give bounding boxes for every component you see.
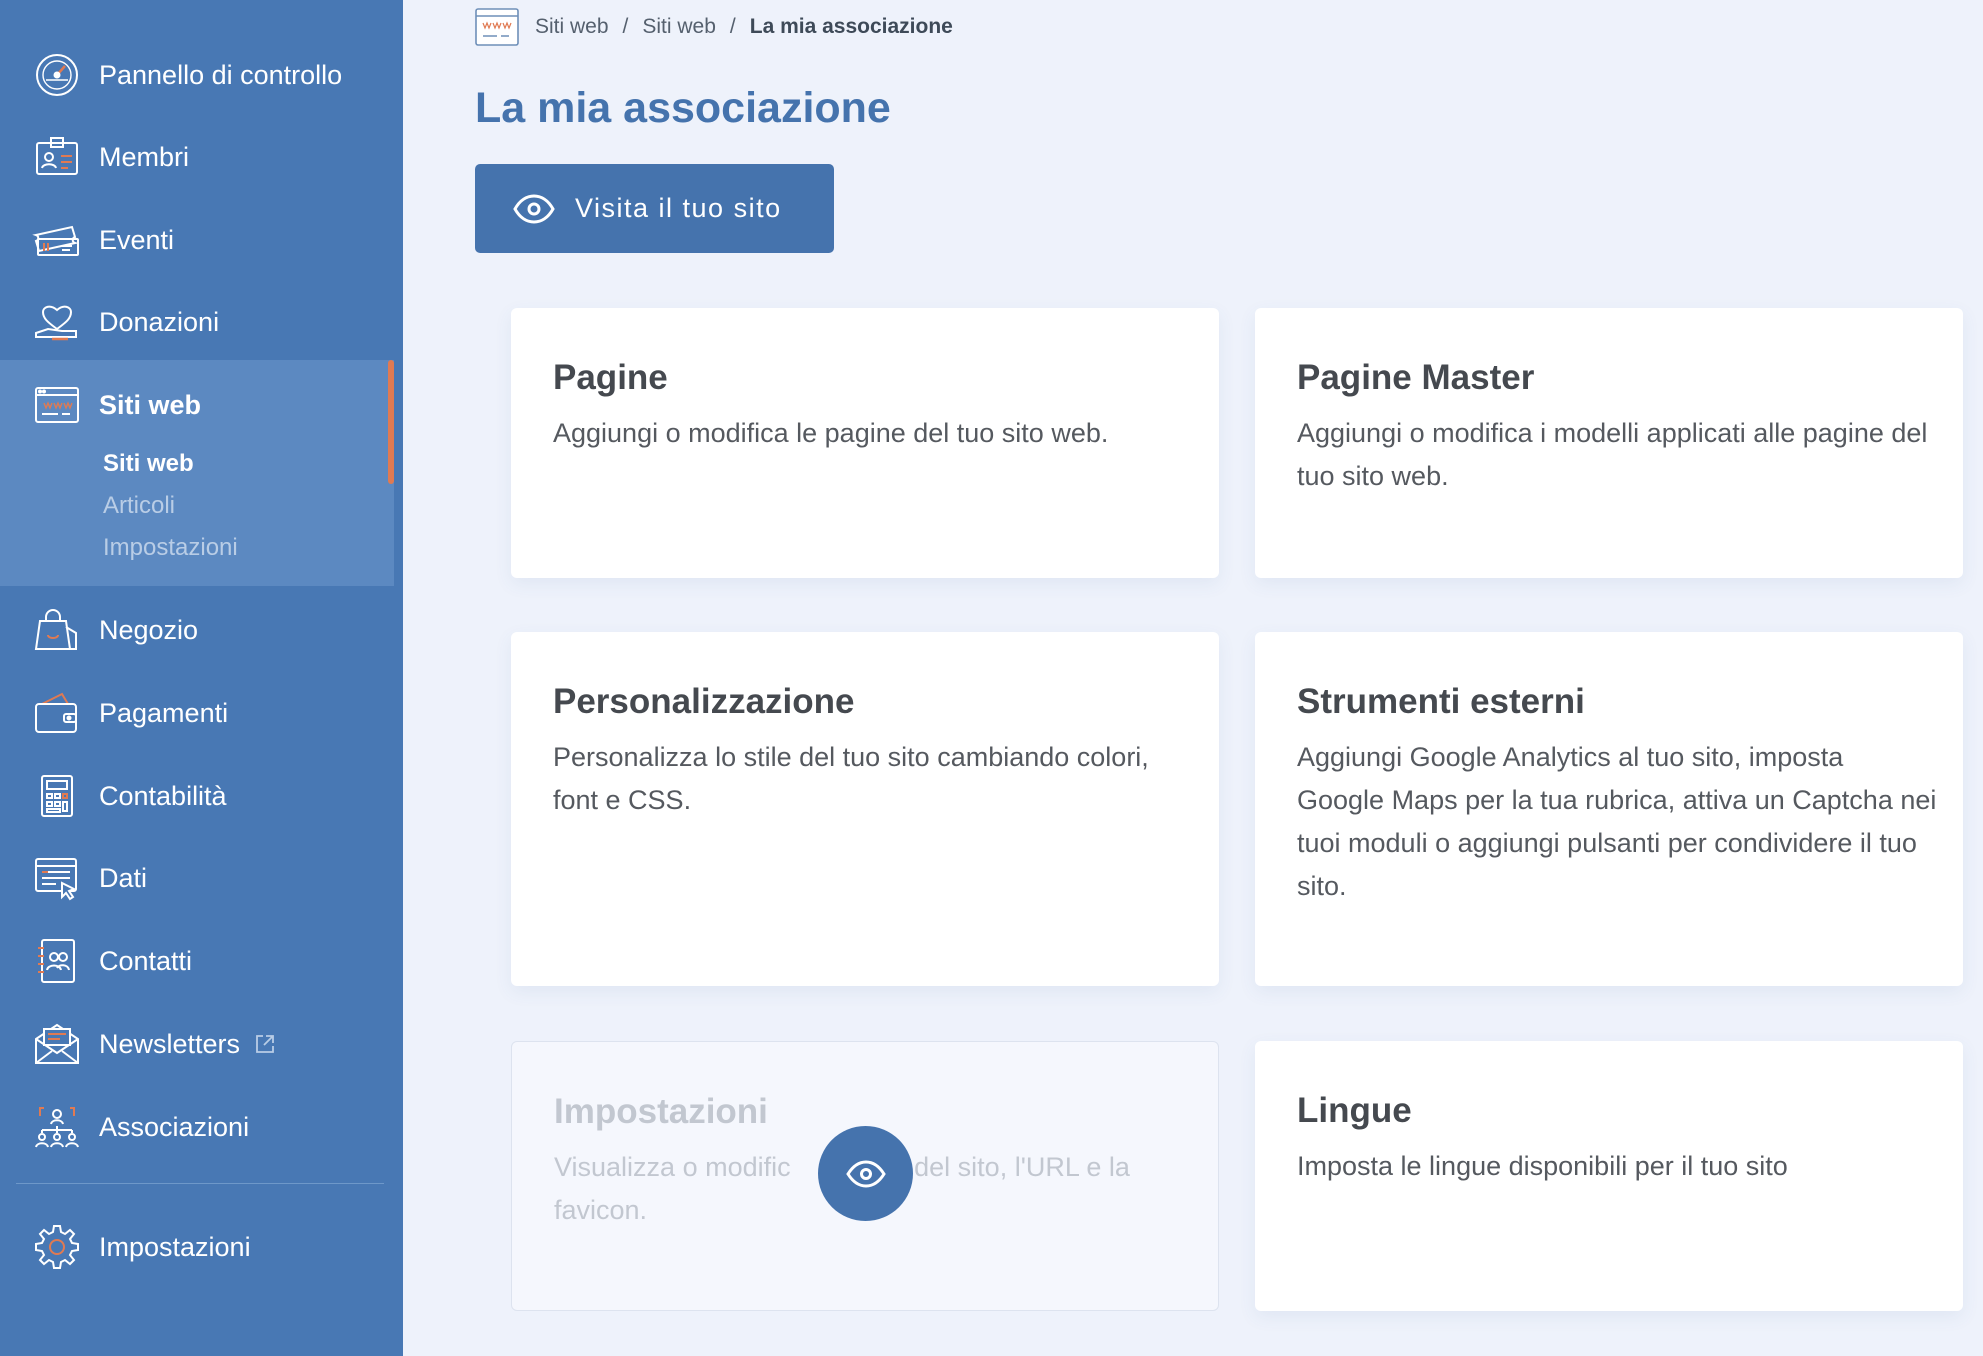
sidebar-item-label: Pagamenti [99,697,229,728]
card-preview-button[interactable] [818,1126,913,1221]
sidebar-item-label: Contabilità [99,780,227,811]
sidebar-divider [16,1183,384,1184]
sidebar-item-siti-web[interactable]: Siti web [0,364,394,446]
breadcrumb-separator: / [622,15,629,38]
sidebar: Pannello di controllo Membri Eventi Dona… [0,0,403,1356]
sidebar-item-label: Contatti [99,945,193,976]
event-tickets-icon [32,215,82,265]
card-description: Aggiungi Google Analytics al tuo sito, i… [1297,742,1937,901]
app-root: Pannello di controllo Membri Eventi Dona… [0,0,1983,1356]
calculator-icon [32,771,82,821]
sidebar-item-dati[interactable]: Dati [0,837,394,919]
breadcrumb-siti-web-2[interactable]: Siti web [642,15,716,39]
sidebar-item-label: Dati [99,862,148,893]
breadcrumb-current: La mia associazione [749,15,953,38]
shopping-bag-icon [32,605,82,655]
data-window-cursor-icon [32,853,82,903]
sidebar-item-label: Associazioni [99,1111,250,1142]
subnav-siti-web[interactable]: Siti web [103,450,194,478]
card-description-start: Visualizza o modific [554,1152,791,1182]
sidebar-item-negozio[interactable]: Negozio [0,589,394,671]
card-lingue[interactable]: Lingue Imposta le lingue disponibili per… [1255,1041,1963,1311]
sidebar-item-label: Negozio [99,614,199,645]
sidebar-item-contatti[interactable]: Contatti [0,920,394,1002]
sidebar-item-contabilita[interactable]: Contabilità [0,755,394,837]
card-title: Pagine [553,358,668,397]
sidebar-item-label: Impostazioni [99,1231,251,1262]
page-title: La mia associazione [475,84,891,132]
main-content: Siti web / Siti web / La mia associazion… [403,0,1983,1356]
dashboard-gauge-icon [32,50,82,100]
card-personalizzazione[interactable]: Personalizzazione Personalizza lo stile … [511,632,1219,986]
subnav-impostazioni[interactable]: Impostazioni [103,534,238,562]
breadcrumb-siti-web-1[interactable]: Siti web [535,15,609,39]
heart-hand-icon [32,297,82,347]
visit-site-button[interactable]: Visita il tuo sito [475,164,834,253]
sidebar-item-label: Pannello di controllo [99,59,343,90]
sidebar-item-membri[interactable]: Membri [0,116,394,198]
sidebar-item-label: Eventi [99,224,175,255]
sidebar-item-label: Newsletters [99,1029,276,1060]
sidebar-item-eventi[interactable]: Eventi [0,199,394,281]
card-title: Pagine Master [1297,358,1535,397]
eye-icon [845,1159,886,1188]
breadcrumb: Siti web / Siti web / La mia associazion… [475,8,953,46]
sidebar-item-donazioni[interactable]: Donazioni [0,281,394,363]
sidebar-item-label: Membri [99,141,190,172]
sidebar-item-label: Donazioni [99,306,220,337]
subnav-articoli[interactable]: Articoli [103,492,175,520]
sidebar-item-newsletters[interactable]: Newsletters [0,1003,394,1085]
website-window-icon [32,380,82,430]
breadcrumb-separator: / [729,15,736,38]
sidebar-item-label: Siti web [99,389,202,420]
organization-chart-icon [32,1102,82,1152]
card-title: Personalizzazione [553,682,855,721]
address-book-icon [32,936,82,986]
eye-icon [513,194,555,224]
card-description: Imposta le lingue disponibili per il tuo… [1297,1151,1788,1181]
newsletters-label-text: Newsletters [99,1028,241,1059]
card-description: Aggiungi o modifica le pagine del tuo si… [553,418,1109,448]
sidebar-item-pannello-di-controllo[interactable]: Pannello di controllo [0,34,394,116]
card-strumenti-esterni[interactable]: Strumenti esterni Aggiungi Google Analyt… [1255,632,1963,986]
card-title: Impostazioni [554,1092,768,1131]
envelope-icon [32,1019,82,1069]
gear-icon [32,1222,82,1272]
card-title: Strumenti esterni [1297,682,1585,721]
external-link-icon [256,1034,274,1053]
card-title: Lingue [1297,1091,1412,1130]
sidebar-item-impostazioni[interactable]: Impostazioni [0,1206,394,1288]
card-pagine-master[interactable]: Pagine Master Aggiungi o modifica i mode… [1255,308,1963,578]
website-window-icon [475,8,519,46]
wallet-icon [32,688,82,738]
visit-site-label: Visita il tuo sito [575,193,782,223]
sidebar-item-pagamenti[interactable]: Pagamenti [0,672,394,754]
card-description: Personalizza lo stile del tuo sito cambi… [553,742,1149,815]
member-card-icon [32,132,82,182]
sidebar-item-associazioni[interactable]: Associazioni [0,1086,394,1168]
card-pagine[interactable]: Pagine Aggiungi o modifica le pagine del… [511,308,1219,578]
card-impostazioni[interactable]: Impostazioni Visualizza o modific ne del … [511,1041,1219,1311]
card-description: Aggiungi o modifica i modelli applicati … [1297,418,1928,491]
